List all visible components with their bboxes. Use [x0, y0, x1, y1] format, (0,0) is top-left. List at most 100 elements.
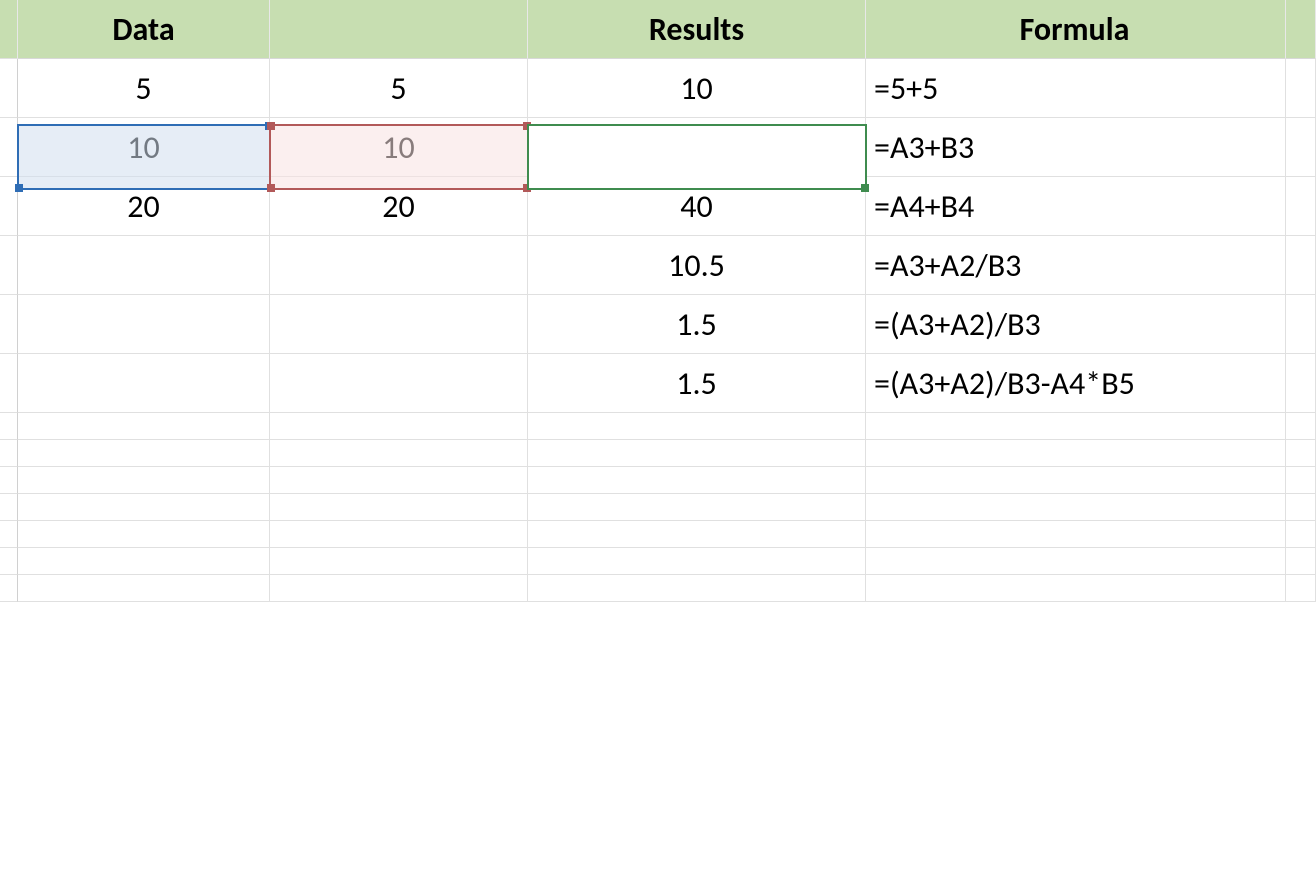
cell[interactable] — [270, 575, 528, 602]
cell[interactable] — [18, 521, 270, 548]
cell-B5[interactable] — [270, 236, 528, 295]
cell-A5[interactable] — [18, 236, 270, 295]
cell[interactable] — [270, 494, 528, 521]
cell-D7[interactable]: =(A3+A2)/B3-A4*B5 — [866, 354, 1286, 413]
table-row — [0, 575, 1316, 602]
table-row: 20 20 40 =A4+B4 — [0, 177, 1316, 236]
row-gutter — [0, 548, 18, 575]
cell-D6[interactable]: =(A3+A2)/B3 — [866, 295, 1286, 354]
cell[interactable] — [528, 521, 866, 548]
cell-E4[interactable] — [1286, 177, 1316, 236]
cell[interactable] — [270, 440, 528, 467]
cell[interactable] — [270, 413, 528, 440]
cell[interactable] — [866, 494, 1286, 521]
formula-ref-b: B3 — [601, 128, 635, 167]
formula-ref-a: A3 — [550, 128, 585, 167]
cell[interactable] — [866, 413, 1286, 440]
cell-A6[interactable] — [18, 295, 270, 354]
table-row: 1.5 =(A3+A2)/B3 — [0, 295, 1316, 354]
row-gutter — [0, 59, 18, 118]
cell-A4[interactable]: 20 — [18, 177, 270, 236]
cell-A2[interactable]: 5 — [18, 59, 270, 118]
row-gutter — [0, 354, 18, 413]
cell-A7[interactable] — [18, 354, 270, 413]
cell-E6[interactable] — [1286, 295, 1316, 354]
table-row — [0, 548, 1316, 575]
cell[interactable] — [866, 521, 1286, 548]
cell[interactable] — [866, 467, 1286, 494]
cell[interactable] — [528, 494, 866, 521]
col-header-formula[interactable]: Formula — [866, 0, 1286, 59]
cell-D3[interactable]: =A3+B3 — [866, 118, 1286, 177]
cell[interactable] — [1286, 467, 1316, 494]
table-row: 1.5 =(A3+A2)/B3-A4*B5 — [0, 354, 1316, 413]
col-header-extra[interactable] — [1286, 0, 1316, 59]
cell[interactable] — [528, 440, 866, 467]
cell[interactable] — [18, 440, 270, 467]
row-gutter — [0, 236, 18, 295]
table-row: 10 10 =A3+B3 =A3+B3 — [0, 118, 1316, 177]
cell[interactable] — [866, 440, 1286, 467]
table-row — [0, 440, 1316, 467]
cell[interactable] — [866, 548, 1286, 575]
col-header-data-a[interactable]: Data — [18, 0, 270, 59]
table-row: 10.5 =A3+A2/B3 — [0, 236, 1316, 295]
col-header-results[interactable]: Results — [528, 0, 866, 59]
cell-C4[interactable]: 40 — [528, 177, 866, 236]
table-row — [0, 521, 1316, 548]
cell-C5[interactable]: 10.5 — [528, 236, 866, 295]
cell[interactable] — [1286, 521, 1316, 548]
cell[interactable] — [18, 548, 270, 575]
cell-E7[interactable] — [1286, 354, 1316, 413]
cell[interactable] — [1286, 575, 1316, 602]
cell-C6[interactable]: 1.5 — [528, 295, 866, 354]
table-row: 5 5 10 =5+5 — [0, 59, 1316, 118]
cell[interactable] — [1286, 440, 1316, 467]
cell[interactable] — [1286, 413, 1316, 440]
col-header-data-b[interactable] — [270, 0, 528, 59]
cell-E3[interactable] — [1286, 118, 1316, 177]
cell[interactable] — [270, 521, 528, 548]
cell-A3[interactable]: 10 — [18, 118, 270, 177]
cell[interactable] — [866, 575, 1286, 602]
cell-B4[interactable]: 20 — [270, 177, 528, 236]
cell-B3[interactable]: 10 — [270, 118, 528, 177]
row-gutter — [0, 413, 18, 440]
row-gutter — [0, 118, 18, 177]
cell-B7[interactable] — [270, 354, 528, 413]
spreadsheet-grid[interactable]: Data Results Formula 5 5 10 =5+5 10 10 =… — [0, 0, 1316, 602]
row-gutter — [0, 521, 18, 548]
cell-B2[interactable]: 5 — [270, 59, 528, 118]
row-gutter — [0, 177, 18, 236]
cell[interactable] — [18, 467, 270, 494]
cell-D2[interactable]: =5+5 — [866, 59, 1286, 118]
cell-D5[interactable]: =A3+A2/B3 — [866, 236, 1286, 295]
formula-plus: + — [585, 128, 601, 167]
cell[interactable] — [528, 575, 866, 602]
cell[interactable] — [1286, 548, 1316, 575]
cell[interactable] — [1286, 494, 1316, 521]
cell-D4[interactable]: =A4+B4 — [866, 177, 1286, 236]
row-gutter — [0, 440, 18, 467]
cell-E5[interactable] — [1286, 236, 1316, 295]
cell-C7[interactable]: 1.5 — [528, 354, 866, 413]
table-row — [0, 494, 1316, 521]
cell[interactable] — [528, 413, 866, 440]
cell[interactable] — [270, 548, 528, 575]
table-row — [0, 413, 1316, 440]
cell-B6[interactable] — [270, 295, 528, 354]
cell[interactable] — [528, 548, 866, 575]
row-gutter — [0, 295, 18, 354]
cell-E2[interactable] — [1286, 59, 1316, 118]
cell[interactable] — [18, 413, 270, 440]
row-gutter — [0, 467, 18, 494]
formula-eq: = — [534, 128, 550, 167]
row-gutter — [0, 575, 18, 602]
cell[interactable] — [270, 467, 528, 494]
cell[interactable] — [528, 467, 866, 494]
cell[interactable] — [18, 494, 270, 521]
row-gutter — [0, 494, 18, 521]
cell[interactable] — [18, 575, 270, 602]
cell-C3-editing[interactable]: =A3+B3 — [528, 118, 866, 177]
cell-C2[interactable]: 10 — [528, 59, 866, 118]
